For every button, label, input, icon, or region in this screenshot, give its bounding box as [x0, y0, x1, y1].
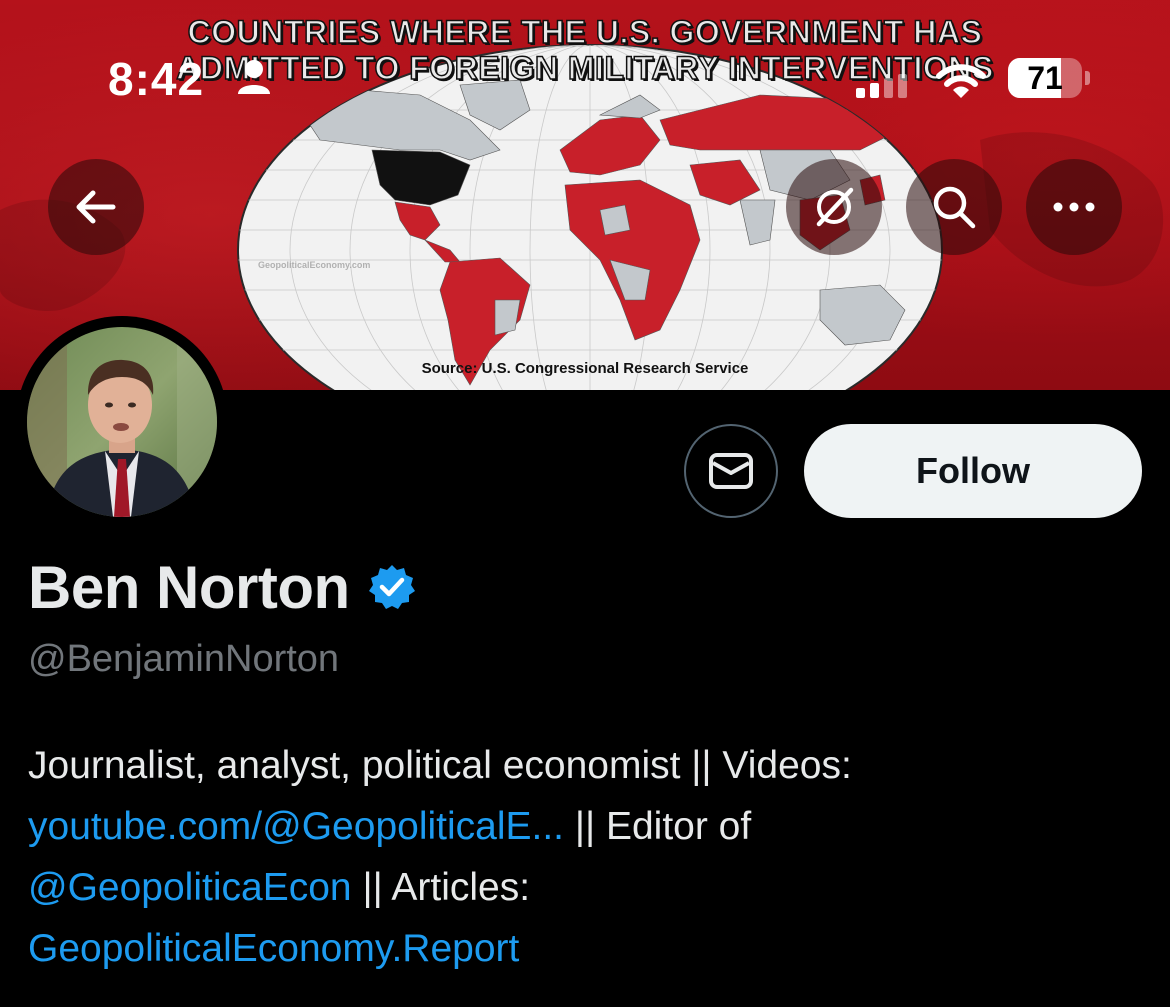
grok-slash-circle-icon [816, 187, 854, 227]
search-button[interactable] [906, 159, 1002, 255]
profile-bio: Journalist, analyst, political economist… [28, 735, 1148, 979]
profile-handle: @BenjaminNorton [28, 638, 340, 680]
profile-name: Ben Norton [28, 553, 350, 621]
more-button[interactable] [1026, 159, 1122, 255]
battery-indicator: 71 [1008, 58, 1082, 98]
arrow-left-icon [76, 190, 116, 224]
bio-line-2: youtube.com/@GeopoliticalE... || Editor … [28, 796, 1148, 857]
battery-cap [1085, 71, 1090, 85]
banner-watermark: GeopoliticalEconomy.com [258, 260, 371, 270]
more-horizontal-icon [1053, 202, 1095, 212]
avatar-photo [27, 327, 217, 517]
youtube-link[interactable]: youtube.com/@GeopoliticalE... [28, 805, 564, 848]
bio-editor-text: || Editor of [564, 805, 752, 848]
follow-button[interactable]: Follow [804, 424, 1142, 518]
website-link[interactable]: GeopoliticalEconomy.Report [28, 927, 519, 970]
mention-link[interactable]: @GeopoliticaEcon [28, 866, 352, 909]
wifi-icon [936, 64, 986, 98]
message-button[interactable] [684, 424, 778, 518]
person-focus-icon [238, 60, 270, 94]
back-button[interactable] [48, 159, 144, 255]
grok-button[interactable] [786, 159, 882, 255]
banner-title-line1: COUNTRIES WHERE THE U.S. GOVERNMENT HAS [187, 13, 983, 51]
cellular-signal-icon [856, 74, 907, 98]
bio-line-1: Journalist, analyst, political economist… [28, 744, 852, 787]
bio-articles-text: || Articles: [351, 866, 531, 909]
bio-line-3: @GeopoliticaEcon || Articles: [28, 857, 1148, 918]
bio-line-4: GeopoliticalEconomy.Report [28, 918, 1148, 979]
avatar[interactable] [27, 327, 217, 517]
envelope-icon [709, 453, 753, 489]
verified-badge-icon[interactable] [368, 563, 416, 611]
battery-percent: 71 [1027, 60, 1063, 96]
search-icon [933, 186, 976, 229]
status-time: 8:42 [108, 53, 205, 105]
profile-name-row: Ben Norton [28, 552, 416, 622]
